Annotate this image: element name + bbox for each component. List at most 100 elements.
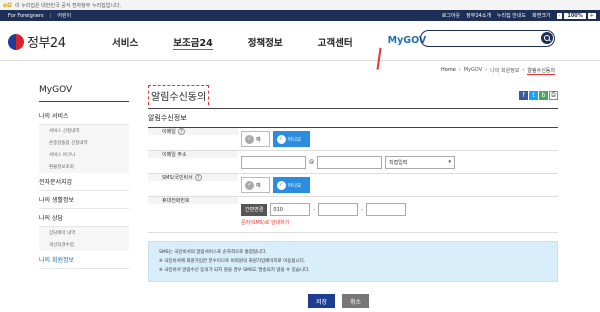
info-line: ※ 국민비서에 회원가입한 분수이므로 비회원의 회원가입페이지로 이동됩니다. [159, 259, 306, 264]
nav-policy[interactable]: 정책정보 [248, 35, 283, 50]
phone-last-field[interactable] [366, 203, 407, 216]
nav-subsidy[interactable]: 보조금24 [173, 35, 213, 50]
help-icon[interactable]: ? [177, 128, 185, 135]
breadcrumb-sep: › [458, 67, 461, 73]
sidebar-sub-reservation[interactable]: 상담예약 내역 [39, 227, 129, 239]
breadcrumb-home[interactable]: Home [441, 67, 456, 75]
radio-label: 예 [256, 136, 261, 143]
check-icon: ✓ [245, 180, 254, 190]
form-row-phone: 휴대전화번호 간편변경 010 - - 문자(SMS)로 안내하기 [148, 197, 558, 233]
at-sign: @ [309, 159, 314, 165]
gov-banner: eG 이 누리집은 대한민국 공식 전자정부 누리집입니다. [0, 0, 600, 10]
sidebar-sub-opinion[interactable]: 개선의견수렴 [39, 239, 129, 251]
gov24-intro-link[interactable]: 정부24소개 [466, 12, 491, 19]
check-icon: ✓ [245, 134, 254, 144]
search-icon[interactable] [541, 32, 553, 44]
form-row-sms-agree: SMS/국민비서 ? ✓ 예 ✓ 아니오 [148, 174, 558, 197]
print-icon[interactable]: ⎙ [549, 90, 558, 100]
nav-customer[interactable]: 고객센터 [318, 35, 353, 50]
save-button[interactable]: 저장 [308, 294, 335, 308]
label-email: 이메일 [162, 129, 176, 135]
dash: - [313, 206, 316, 213]
sidebar-sub-refund[interactable]: 환불정보조회 [39, 161, 129, 173]
breadcrumb-sep: › [485, 67, 488, 73]
logout-link[interactable]: 로그아웃 [442, 12, 460, 19]
twitter-icon[interactable]: t [529, 90, 538, 100]
font-size-value: 100% [564, 12, 586, 19]
radio-label: 아니오 [287, 182, 302, 189]
breadcrumb: Home › MyGOV › 나의 회원정보 › 알림수신동의 [441, 67, 555, 75]
search-input[interactable] [420, 30, 555, 47]
info-box: SMS는 국민비서의 알림서비스로 순차적으로 통합됩니다. ※ 국민비서에 회… [148, 241, 558, 282]
label-sms: SMS/국민비서 [162, 175, 193, 181]
breadcrumb-member[interactable]: 나의 회원정보 [490, 67, 519, 75]
help-icon[interactable]: ? [194, 174, 202, 181]
dash: - [361, 206, 364, 213]
share-icons: f t b ⎙ [519, 90, 558, 100]
main-content: 알림수신동의 f t b ⎙ 알림수신정보 이메일 ? ✓ 예 ✓ 아니오 이메… [148, 85, 558, 282]
breadcrumb-bar: Home › MyGOV › 나의 회원정보 › 알림수신동의 [0, 67, 600, 77]
row-value: @ 직접입력 ▾ [238, 155, 558, 169]
phone-middle-field[interactable] [318, 203, 359, 216]
title-row: 알림수신동의 f t b ⎙ [148, 85, 558, 109]
cancel-button[interactable]: 취소 [342, 294, 369, 308]
row-value: 간편변경 010 - - 문자(SMS)로 안내하기 [238, 203, 558, 226]
radio-label: 아니오 [287, 136, 302, 143]
gov-banner-text: 이 누리집은 대한민국 공식 전자정부 누리집입니다. [15, 2, 122, 9]
sidebar-sub-basket[interactable]: 서비스 바구니 [39, 149, 129, 161]
fontsize-label: 화면크기 [532, 13, 551, 19]
sidebar-sub-apply-history[interactable]: 서비스 신청내역 [39, 125, 129, 137]
sidebar: MyGOV 나의 서비스 서비스 신청내역 온종일돌봄 신청내역 서비스 바구니… [39, 85, 129, 269]
sms-no-radio[interactable]: ✓ 아니오 [272, 177, 311, 193]
select-value: 직접입력 [389, 159, 408, 166]
gov24-logo[interactable]: 정부24 [8, 32, 66, 51]
phone-prefix-field[interactable]: 010 [270, 203, 311, 216]
label-phone: 휴대전화번호 [162, 198, 190, 204]
sidebar-title: MyGOV [39, 85, 129, 102]
font-increase-button[interactable]: + [587, 12, 596, 19]
sms-yes-radio[interactable]: ✓ 예 [241, 177, 270, 193]
email-domain-select[interactable]: 직접입력 ▾ [385, 155, 455, 169]
row-label: SMS/국민비서 ? [148, 174, 238, 181]
notification-form: 이메일 ? ✓ 예 ✓ 아니오 이메일 주소 @ 직접입력 ▾ SMS/국민비서… [148, 127, 558, 233]
separator: | [49, 12, 52, 19]
sidebar-item-consult[interactable]: 나의 상담 [39, 209, 129, 227]
section-subtitle: 알림수신정보 [148, 114, 187, 122]
email-no-radio[interactable]: ✓ 아니오 [272, 131, 311, 147]
email-id-field[interactable] [241, 155, 306, 169]
page-title: 알림수신동의 [148, 85, 210, 105]
breadcrumb-sep: › [522, 67, 525, 73]
action-buttons: 저장 취소 [308, 294, 369, 308]
form-row-email-agree: 이메일 ? ✓ 예 ✓ 아니오 [148, 128, 558, 151]
row-value: ✓ 예 ✓ 아니오 [238, 131, 558, 147]
foreigners-link[interactable]: For Foreigners [8, 13, 44, 19]
email-yes-radio[interactable]: ✓ 예 [241, 131, 270, 147]
sidebar-sub-care-history[interactable]: 온종일돌봄 신청내역 [39, 137, 129, 149]
info-line: SMS는 국민비서의 알림서비스로 순차적으로 통합됩니다. [159, 250, 267, 255]
quick-change-button[interactable]: 간편변경 [241, 203, 268, 216]
utility-bar: For Foreigners | 어린이 로그아웃 정부24소개 누리집 안내도… [0, 10, 600, 21]
font-size-control: - 100% + [556, 12, 596, 19]
nav-service[interactable]: 서비스 [112, 35, 138, 50]
row-label: 이메일 ? [148, 128, 238, 135]
breadcrumb-mygov[interactable]: MyGOV [464, 67, 482, 75]
font-decrease-button[interactable]: - [556, 12, 563, 19]
sidebar-item-member-info[interactable]: 나의 회원정보 [39, 251, 129, 269]
facebook-icon[interactable]: f [519, 90, 528, 100]
sidebar-item-life-info[interactable]: 나의 생활정보 [39, 191, 129, 209]
label-email-address: 이메일 주소 [162, 152, 187, 158]
form-row-email-address: 이메일 주소 @ 직접입력 ▾ [148, 151, 558, 174]
sitemap-link[interactable]: 누리집 안내도 [497, 12, 526, 19]
info-line: ※ 국민비서 알림수신 동의가 되지 않을 경우 SMS도 발송되지 않을 수 … [159, 268, 310, 273]
email-domain-field[interactable] [317, 155, 382, 169]
blog-icon[interactable]: b [539, 90, 548, 100]
sidebar-item-my-service[interactable]: 나의 서비스 [39, 107, 129, 125]
row-label: 휴대전화번호 [148, 197, 238, 204]
check-icon: ✓ [276, 180, 286, 190]
check-icon: ✓ [276, 134, 286, 144]
breadcrumb-current: 알림수신동의 [527, 68, 555, 75]
chevron-down-icon: ▾ [448, 159, 451, 165]
sidebar-item-e-doc-wallet[interactable]: 전자문서지갑 [39, 173, 129, 191]
kids-link[interactable]: 어린이 [57, 12, 71, 19]
header: 정부24 서비스 보조금24 정책정보 고객센터 MyGOV [0, 21, 600, 61]
